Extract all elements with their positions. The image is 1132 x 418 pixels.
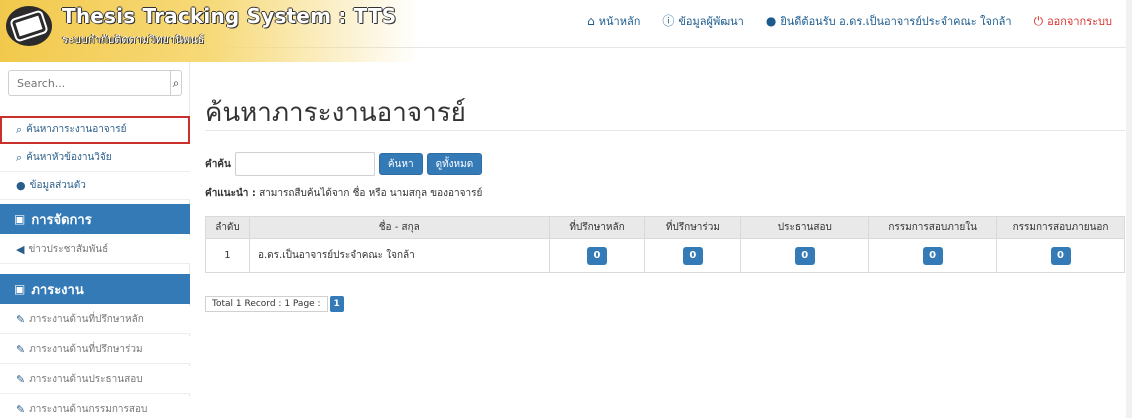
cell-name: อ.ดร.เป็นอาจารย์ประจำคณะ ใจกล้า [248, 238, 550, 273]
sidebar-search: ⌕ [8, 70, 182, 96]
search-hint: คำแนะนำ : สามารถสืบค้นได้จาก ชื่อ หรือ น… [205, 186, 482, 201]
hint-label: คำแนะนำ : [205, 188, 256, 199]
sidebar-section-manage: ▣ การจัดการ [0, 204, 190, 234]
sidebar-item-label: ภาระงานด้านที่ปรึกษาหลัก [29, 314, 144, 325]
nav-home[interactable]: ⌂ หน้าหลัก [587, 12, 640, 30]
page-1-button[interactable]: 1 [329, 296, 344, 312]
search-row: คำค้น ค้นหา ดูทั้งหมด [205, 152, 483, 176]
power-icon: ⏻ [1033, 14, 1044, 28]
cell-main-advisor: 0 [548, 238, 646, 273]
pin-icon: ✎ [16, 373, 26, 386]
count-button-internal[interactable]: 0 [922, 246, 943, 265]
cell-no: 1 [205, 238, 250, 273]
nav-developer[interactable]: ⓘ ข้อมูลผู้พัฒนา [662, 12, 743, 30]
cell-co-advisor: 0 [644, 238, 742, 273]
nav-logout[interactable]: ⏻ ออกจากระบบ [1034, 12, 1112, 30]
pin-icon: ✎ [16, 343, 26, 356]
top-header: Thesis Tracking System : TTS ระบบกำกับติ… [0, 0, 1132, 62]
user-icon: ● [765, 14, 777, 28]
sidebar-item-label: ภาระงานด้านที่ปรึกษาร่วม [29, 344, 143, 355]
table-row: 1 อ.ดร.เป็นอาจารย์ประจำคณะ ใจกล้า 0 0 0 … [205, 238, 1125, 273]
sidebar-section-report: ▣ ภาระงาน [0, 274, 190, 304]
workload-table: ลำดับ ชื่อ - สกุล ที่ปรึกษาหลัก ที่ปรึกษ… [205, 216, 1125, 273]
cell-external: 0 [996, 238, 1125, 273]
count-button-co-advisor[interactable]: 0 [682, 246, 703, 265]
pagination-info: Total 1 Record : 1 Page : [205, 296, 328, 312]
count-button-chair[interactable]: 0 [794, 246, 815, 265]
table-header-row: ลำดับ ชื่อ - สกุล ที่ปรึกษาหลัก ที่ปรึกษ… [205, 216, 1125, 239]
sidebar-item-label: ภาระงานด้านกรรมการสอบ [29, 404, 148, 415]
sidebar-item-search-workload[interactable]: ⌕ ค้นหาภาระงานอาจารย์ [0, 116, 190, 144]
pin-icon: ✎ [16, 403, 26, 416]
title-divider [205, 130, 1125, 131]
count-button-main-advisor[interactable]: 0 [587, 246, 608, 265]
col-header: ลำดับ [205, 216, 250, 239]
search-button[interactable]: ค้นหา [378, 153, 423, 175]
brand-title: Thesis Tracking System : TTS [62, 4, 397, 28]
keyword-input[interactable] [234, 152, 375, 176]
sidebar-item-label: ข่าวประชาสัมพันธ์ [28, 244, 109, 255]
sidebar-item-label: ค้นหาภาระงานอาจารย์ [26, 124, 127, 135]
hint-text: สามารถสืบค้นได้จาก ชื่อ หรือ นามสกุล ของ… [255, 188, 483, 199]
top-nav: ⌂ หน้าหลัก ⓘ ข้อมูลผู้พัฒนา ● ยินดีต้อนร… [587, 12, 1112, 30]
keyword-label: คำค้น [205, 158, 231, 170]
cell-chair: 0 [740, 238, 870, 273]
sidebar-item-co-advisor[interactable]: ✎ ภาระงานด้านที่ปรึกษาร่วม [0, 336, 190, 364]
section-icon: ▣ [14, 282, 26, 296]
sidebar: ⌕ ⌕ ค้นหาภาระงานอาจารย์ ⌕ ค้นหาหัวข้องาน… [0, 62, 190, 418]
cell-internal: 0 [868, 238, 998, 273]
sidebar-item-label: ข้อมูลส่วนตัว [29, 180, 86, 191]
sidebar-item-label: ค้นหาหัวข้องานวิจัย [26, 152, 112, 163]
brand-bar: Thesis Tracking System : TTS ระบบกำกับติ… [0, 0, 420, 62]
sidebar-search-input[interactable] [8, 70, 170, 96]
info-icon: ⓘ [662, 14, 675, 28]
nav-user-label: ยินดีต้อนรับ อ.ดร.เป็นอาจารย์ประจำคณะ ใจ… [780, 15, 1012, 28]
sidebar-item-committee[interactable]: ✎ ภาระงานด้านกรรมการสอบ [0, 396, 190, 418]
user-icon: ● [16, 179, 26, 192]
col-header: กรรมการสอบภายนอก [996, 216, 1125, 239]
page-scrollbar[interactable] [1126, 0, 1132, 418]
sidebar-item-news[interactable]: ◀ ข่าวประชาสัมพันธ์ [0, 236, 190, 264]
nav-home-label: หน้าหลัก [598, 15, 641, 28]
sidebar-item-main-advisor[interactable]: ✎ ภาระงานด้านที่ปรึกษาหลัก [0, 306, 190, 334]
megaphone-icon: ◀ [16, 243, 25, 256]
col-header: ชื่อ - สกุล [248, 216, 550, 239]
search-icon: ⌕ [172, 75, 180, 90]
brand-subtitle: ระบบกำกับติดตามวิทยานิพนธ์ [62, 33, 205, 46]
col-header: กรรมการสอบภายใน [868, 216, 998, 239]
page-title: ค้นหาภาระงานอาจารย์ [205, 98, 466, 128]
sidebar-item-chair[interactable]: ✎ ภาระงานด้านประธานสอบ [0, 366, 190, 394]
search-icon: ⌕ [16, 151, 23, 164]
sidebar-item-search-topic[interactable]: ⌕ ค้นหาหัวข้องานวิจัย [0, 144, 190, 172]
sidebar-section-label: การจัดการ [31, 212, 92, 228]
nav-developer-label: ข้อมูลผู้พัฒนา [678, 15, 744, 28]
pin-icon: ✎ [16, 313, 26, 326]
search-icon: ⌕ [16, 123, 23, 136]
nav-logout-label: ออกจากระบบ [1047, 15, 1112, 28]
sidebar-item-profile[interactable]: ● ข้อมูลส่วนตัว [0, 172, 190, 200]
sidebar-search-button[interactable]: ⌕ [170, 70, 182, 96]
sidebar-section-label: ภาระงาน [31, 282, 84, 298]
sidebar-item-label: ภาระงานด้านประธานสอบ [29, 374, 143, 385]
pagination: Total 1 Record : 1 Page : 1 [205, 296, 344, 312]
count-button-external[interactable]: 0 [1050, 246, 1071, 265]
col-header: ประธานสอบ [740, 216, 870, 239]
home-icon: ⌂ [587, 14, 595, 28]
show-all-button[interactable]: ดูทั้งหมด [426, 153, 483, 175]
section-icon: ▣ [14, 212, 26, 226]
col-header: ที่ปรึกษาหลัก [548, 216, 646, 239]
nav-user[interactable]: ● ยินดีต้อนรับ อ.ดร.เป็นอาจารย์ประจำคณะ … [766, 12, 1012, 30]
col-header: ที่ปรึกษาร่วม [644, 216, 742, 239]
books-logo-icon [6, 6, 52, 46]
